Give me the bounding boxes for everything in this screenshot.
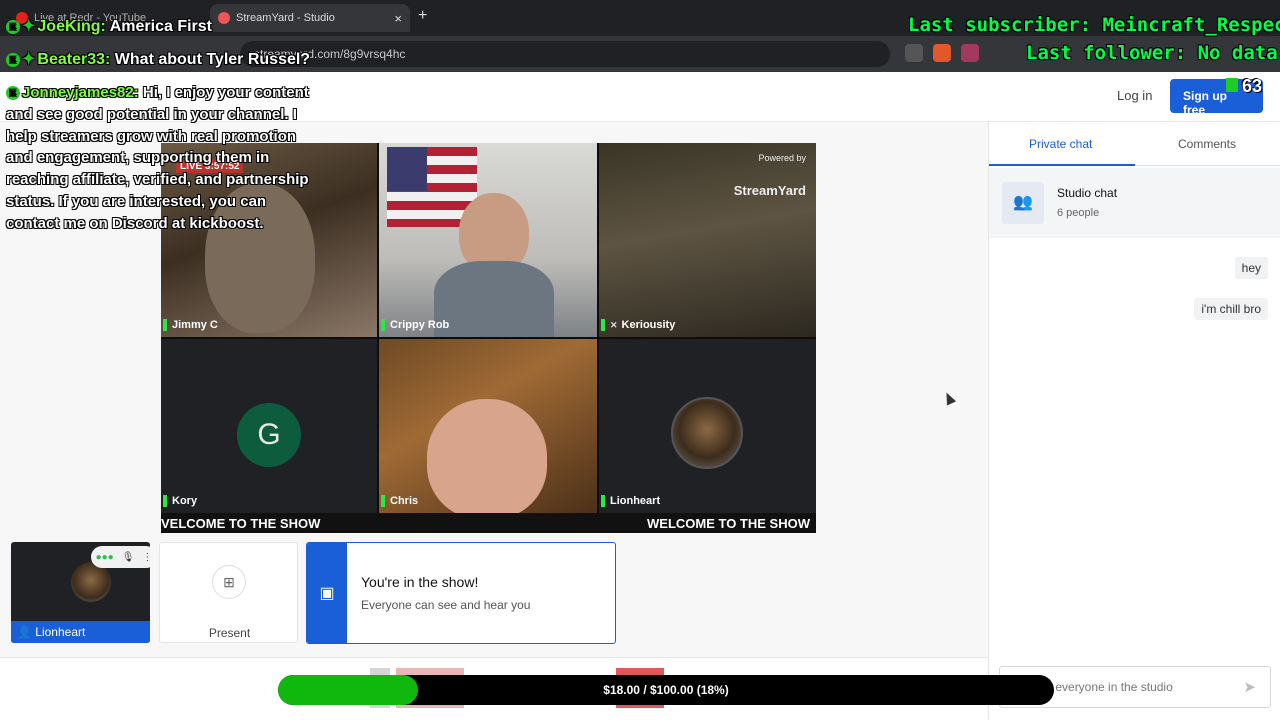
address-bar[interactable]: streamyard.com/8g9vrsq4hc — [240, 41, 890, 67]
ticker-banner: VELCOME TO THE SHOW WELCOME TO THE SHOW — [161, 513, 816, 533]
participant-tile[interactable]: G Kory — [161, 339, 377, 513]
record-icon — [218, 12, 230, 24]
overlay-chat-line: K ✦ Beater33: What about Tyler Russel? — [6, 49, 310, 69]
avatar — [71, 562, 111, 602]
overlay-chat-text: What about Tyler Russel? — [114, 51, 311, 68]
brave-shield-icon[interactable] — [933, 44, 951, 62]
participant-tile[interactable]: Lionheart — [599, 339, 816, 513]
person-icon: 👤 — [17, 625, 36, 639]
brave-rewards-icon[interactable] — [961, 44, 979, 62]
tab-streamyard[interactable]: StreamYard - Studio × — [210, 4, 410, 32]
self-name-bar: 👤 Lionheart — [11, 621, 150, 643]
tab-private-chat[interactable]: Private chat — [1029, 137, 1092, 151]
in-show-title: You're in the show! — [361, 574, 479, 590]
new-tab-button[interactable]: + — [418, 7, 427, 25]
chat-tabs: Private chat Comments — [989, 122, 1280, 166]
active-tab-indicator — [989, 164, 1135, 166]
in-show-subtitle: Everyone can see and hear you — [361, 598, 531, 612]
badge-icon: ▣ — [307, 543, 347, 643]
mic-icon[interactable]: 🎙 — [122, 552, 135, 563]
overlay-chat-text: Hi, I enjoy your content and see good po… — [6, 84, 309, 232]
watermark-powered-by: Powered by — [758, 153, 806, 163]
present-label: Present — [208, 626, 251, 640]
participant-tile[interactable]: Powered by StreamYard ✕ Keriousity — [599, 143, 816, 337]
donation-goal-bar: $18.00 / $100.00 (18%) — [278, 675, 1054, 705]
participant-name: Crippy Rob — [381, 319, 449, 331]
overlay-chat-user: Beater33: — [37, 51, 111, 68]
self-name: Lionheart — [35, 625, 86, 639]
studio-chat-title: Studio chat — [1057, 186, 1118, 200]
overlay-chat-user: JoeKing: — [37, 18, 106, 35]
overlay-chat-line: K ✦ JoeKing: America First — [6, 16, 212, 36]
send-icon[interactable]: ➤ — [1243, 678, 1256, 696]
donation-goal-text: $18.00 / $100.00 (18%) — [603, 683, 729, 697]
sparkle-icon: ✦ — [22, 18, 36, 35]
avatar — [671, 397, 743, 469]
participant-name: Jimmy C — [163, 319, 218, 331]
participant-name: Chris — [381, 495, 418, 507]
login-link[interactable]: Log in — [1117, 88, 1152, 103]
screen-share-icon: ⊞ — [212, 565, 246, 599]
participant-name: Lionheart — [601, 495, 660, 507]
self-preview-tile[interactable]: ●●● 🎙 ⋮ 👤 Lionheart — [11, 542, 150, 643]
kick-badge-icon: K — [6, 53, 20, 67]
participant-name: Kory — [163, 495, 197, 507]
sparkle-icon: ✦ — [22, 51, 36, 68]
kick-badge-icon: K — [6, 86, 20, 100]
group-icon: 👥 — [1002, 182, 1044, 224]
in-show-notice: ▣ You're in the show! Everyone can see a… — [306, 542, 616, 644]
participant-name: ✕ Keriousity — [601, 319, 675, 331]
audio-level-icon: ●●● — [95, 551, 114, 563]
last-subscriber: Last subscriber: Meincraft_Respector — [908, 14, 1280, 36]
chat-input-placeholder: th everyone in the studio — [1042, 680, 1173, 694]
participant-tile[interactable]: Crippy Rob — [379, 143, 597, 337]
participant-shirt — [434, 261, 554, 337]
chat-message: i'm chill bro — [1194, 298, 1268, 320]
watermark-brand: StreamYard — [733, 183, 806, 198]
kick-logo-icon — [1226, 78, 1238, 92]
streamyard-watermark: Powered by StreamYard — [734, 153, 806, 198]
tab-streamyard-label: StreamYard - Studio — [236, 12, 335, 24]
muted-mic-icon: ✕ — [610, 320, 618, 330]
more-options-icon[interactable]: ⋮ — [142, 552, 150, 563]
ticker-text: WELCOME TO THE SHOW — [647, 516, 810, 531]
self-controls: ●●● 🎙 ⋮ — [91, 546, 150, 568]
close-tab-icon[interactable]: × — [394, 11, 402, 26]
participant-tile[interactable]: Chris — [379, 339, 597, 513]
studio-chat-count: 6 people — [1057, 207, 1100, 219]
kick-badge-icon: K — [6, 20, 20, 34]
viewer-count-number: 63 — [1242, 76, 1263, 96]
browser-extension-icons — [905, 44, 979, 62]
present-button[interactable]: ⊞ Present — [159, 542, 298, 643]
ticker-text: VELCOME TO THE SHOW — [161, 516, 321, 531]
studio-chat-header[interactable]: 👥 Studio chat 6 people — [989, 168, 1280, 238]
tab-comments[interactable]: Comments — [1178, 137, 1236, 151]
chat-panel: Private chat Comments 👥 Studio chat 6 pe… — [988, 122, 1280, 720]
overlay-chat-line: K Jonneyjames82: Hi, I enjoy your content… — [6, 82, 311, 235]
share-icon[interactable] — [905, 44, 923, 62]
chat-message: hey — [1234, 257, 1268, 279]
overlay-chat-user: Jonneyjames82: — [22, 84, 139, 101]
overlay-chat-text: America First — [109, 18, 212, 35]
viewer-count: 63 — [1226, 76, 1262, 97]
avatar: G — [237, 403, 301, 467]
participant-video — [427, 399, 547, 513]
participant-name-text: Keriousity — [621, 319, 676, 331]
last-follower: Last follower: No data — [1026, 42, 1278, 64]
